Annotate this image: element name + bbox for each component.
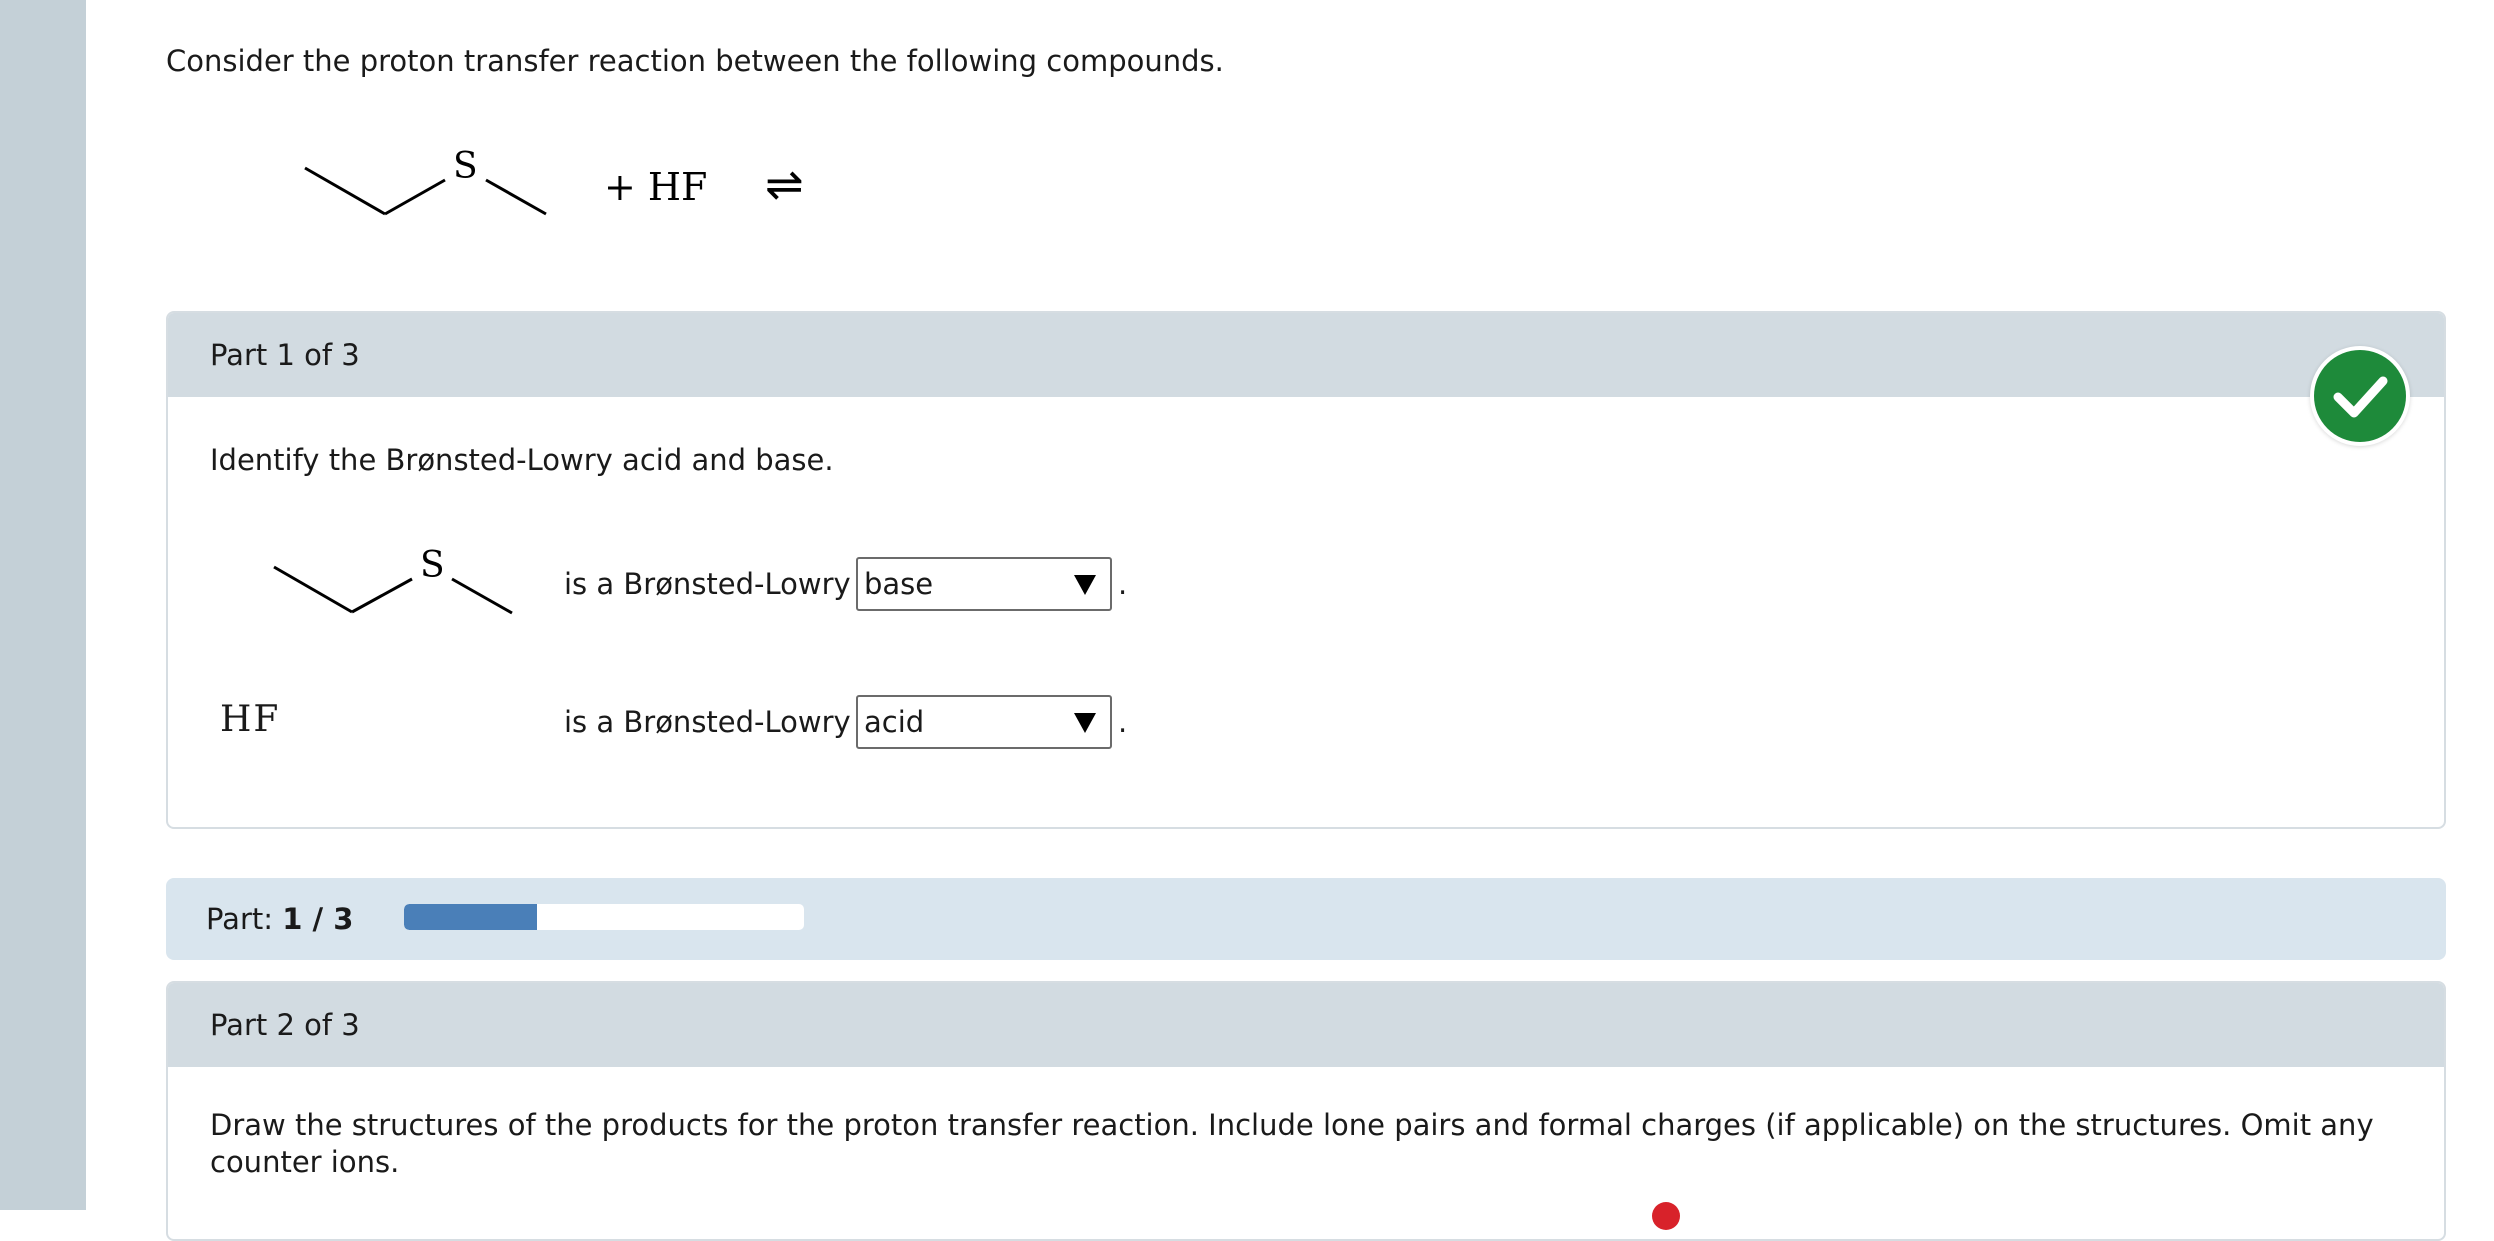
- triangle-down-icon: [1074, 713, 1096, 733]
- part2-instruction: Draw the structures of the products for …: [210, 1108, 2374, 1179]
- sulfur-atom-label: S: [453, 146, 478, 187]
- ethyl-methyl-sulfide-structure: [304, 166, 547, 216]
- plus-hf-label: + HF: [604, 165, 707, 209]
- red-dot-icon: [1652, 1202, 1680, 1230]
- triangle-down-icon: [1074, 575, 1096, 595]
- row2-statement: is a Brønsted-Lowry: [564, 705, 851, 739]
- part1-panel: Part 1 of 3 Identify the Brønsted-Lowry …: [166, 311, 2446, 829]
- progress-track: [404, 904, 804, 930]
- part1-instruction: Identify the Brønsted-Lowry acid and bas…: [210, 443, 834, 477]
- row1-selected-value: base: [864, 567, 934, 601]
- part2-panel: Part 2 of 3 Draw the structures of the p…: [166, 981, 2446, 1241]
- part1-header: Part 1 of 3: [168, 313, 2444, 397]
- progress-label-text: Part:: [206, 902, 274, 936]
- sulfide-molecule: S: [273, 545, 513, 615]
- progress-fill: [404, 904, 538, 930]
- left-sidebar-strip: [0, 0, 86, 1210]
- question-intro: Consider the proton transfer reaction be…: [166, 44, 1224, 78]
- row2-selected-value: acid: [864, 705, 925, 739]
- hf-molecule: HF: [220, 699, 281, 740]
- progress-value: 1 / 3: [282, 902, 354, 936]
- part2-header: Part 2 of 3: [168, 983, 2444, 1067]
- row1-role-select[interactable]: base: [856, 557, 1112, 611]
- row1-period: .: [1118, 567, 1128, 601]
- reaction-equation: S + HF ⇌: [304, 146, 804, 216]
- part-progress-bar: Part: 1 / 3: [166, 878, 2446, 960]
- progress-label: Part: 1 / 3: [206, 902, 353, 936]
- row2-period: .: [1118, 705, 1128, 739]
- checkmark-icon: [2314, 350, 2406, 442]
- equilibrium-arrow-icon: ⇌: [765, 157, 804, 211]
- row2-role-select[interactable]: acid: [856, 695, 1112, 749]
- sulfur-atom-label: S: [420, 545, 445, 586]
- row1-statement: is a Brønsted-Lowry: [564, 567, 851, 601]
